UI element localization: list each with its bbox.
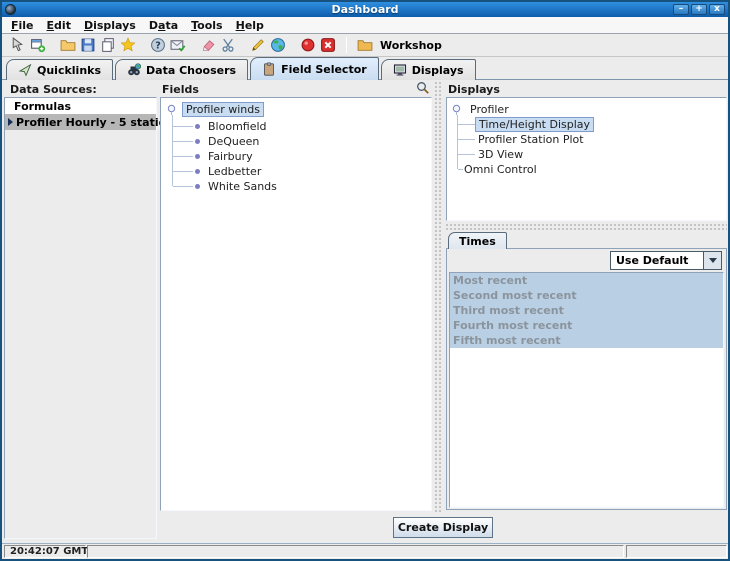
combobox-value: Use Default bbox=[611, 252, 703, 269]
times-item-third[interactable]: Third most recent bbox=[450, 303, 723, 318]
help-icon[interactable]: ? bbox=[150, 37, 166, 53]
tree-node-time-height-display[interactable]: Time/Height Display bbox=[475, 117, 594, 131]
tree-node-dequeen[interactable]: DeQueen bbox=[195, 134, 262, 148]
leaf-bullet-icon bbox=[195, 124, 200, 129]
displays-panel-title: Displays bbox=[448, 83, 500, 96]
clock-display: 20:42:07 GMT bbox=[4, 545, 86, 558]
leaf-bullet-icon bbox=[195, 169, 200, 174]
status-message-field bbox=[87, 545, 624, 558]
create-display-button[interactable]: Create Display bbox=[393, 517, 493, 538]
list-item-profiler-hourly[interactable]: Profiler Hourly - 5 stations bbox=[5, 114, 156, 130]
open-folder-icon[interactable] bbox=[60, 37, 76, 53]
field-selector-icon bbox=[262, 62, 276, 76]
menu-edit[interactable]: Edit bbox=[47, 19, 71, 32]
tree-node-3d-view[interactable]: 3D View bbox=[475, 147, 526, 161]
record-icon[interactable] bbox=[300, 37, 316, 53]
expander-icon[interactable] bbox=[451, 104, 462, 115]
times-item-fourth[interactable]: Fourth most recent bbox=[450, 318, 723, 333]
tree-node-profiler-winds[interactable]: Profiler winds bbox=[166, 102, 264, 116]
displays-tree: Profiler Time/Height Display Profiler St… bbox=[446, 97, 727, 221]
list-item-formulas[interactable]: Formulas bbox=[5, 98, 156, 114]
tab-quicklinks[interactable]: Quicklinks bbox=[6, 59, 113, 80]
menu-data[interactable]: Data bbox=[149, 19, 178, 32]
vertical-splitter[interactable] bbox=[435, 82, 443, 512]
toolbar: ? Workshop bbox=[2, 34, 728, 57]
selection-arrow-icon bbox=[8, 118, 13, 126]
tree-node-bloomfield[interactable]: Bloomfield bbox=[195, 119, 270, 133]
menu-bar: File Edit Displays Data Tools Help bbox=[2, 17, 728, 34]
copy-icon[interactable] bbox=[100, 37, 116, 53]
svg-text:?: ? bbox=[155, 41, 161, 52]
tab-times[interactable]: Times bbox=[448, 232, 507, 249]
data-sources-list: Formulas Profiler Hourly - 5 stations bbox=[4, 97, 157, 539]
tab-field-selector[interactable]: Field Selector bbox=[250, 57, 379, 80]
exit-icon[interactable] bbox=[320, 37, 336, 53]
fields-tree: Profiler winds Bloomfield DeQueen Fairbu… bbox=[160, 97, 432, 511]
menu-tools[interactable]: Tools bbox=[191, 19, 222, 32]
tab-data-choosers[interactable]: Data Choosers bbox=[115, 59, 248, 80]
favorite-icon[interactable] bbox=[120, 37, 136, 53]
menu-help[interactable]: Help bbox=[236, 19, 264, 32]
quicklinks-icon bbox=[18, 63, 32, 77]
erase-icon[interactable] bbox=[200, 37, 216, 53]
times-list: Most recent Second most recent Third mos… bbox=[449, 272, 724, 508]
times-pane: Use Default Most recent Second most rece… bbox=[446, 248, 727, 510]
chevron-down-icon bbox=[709, 258, 717, 263]
displays-icon bbox=[393, 63, 407, 77]
toolbar-separator bbox=[346, 37, 347, 53]
fields-panel-title: Fields bbox=[162, 83, 199, 96]
workshop-label: Workshop bbox=[380, 39, 442, 52]
field-selector-panel: Data Sources: Formulas Profiler Hourly -… bbox=[2, 80, 728, 543]
dashboard-window: Dashboard – + x File Edit Displays Data … bbox=[0, 0, 730, 561]
combobox-arrow-button[interactable] bbox=[703, 252, 721, 269]
pointer-icon[interactable] bbox=[10, 37, 26, 53]
maximize-button[interactable]: + bbox=[691, 4, 707, 15]
leaf-bullet-icon bbox=[195, 154, 200, 159]
memory-field bbox=[626, 545, 727, 558]
window-title: Dashboard bbox=[2, 3, 728, 16]
save-icon[interactable] bbox=[80, 37, 96, 53]
tab-displays[interactable]: Displays bbox=[381, 59, 476, 80]
tree-node-white-sands[interactable]: White Sands bbox=[195, 179, 280, 193]
status-bar: 20:42:07 GMT bbox=[2, 543, 728, 559]
new-window-icon[interactable] bbox=[30, 37, 46, 53]
tree-node-profiler[interactable]: Profiler bbox=[451, 102, 512, 116]
menu-file[interactable]: File bbox=[11, 19, 34, 32]
times-mode-combobox[interactable]: Use Default bbox=[610, 251, 722, 270]
times-item-most-recent[interactable]: Most recent bbox=[450, 273, 723, 288]
tree-node-fairbury[interactable]: Fairbury bbox=[195, 149, 256, 163]
times-item-fifth[interactable]: Fifth most recent bbox=[450, 333, 723, 348]
workshop-folder-icon[interactable] bbox=[357, 37, 373, 53]
expander-icon[interactable] bbox=[166, 104, 177, 115]
data-choosers-icon bbox=[127, 63, 141, 77]
tree-node-profiler-station-plot[interactable]: Profiler Station Plot bbox=[475, 132, 587, 146]
minimize-button[interactable]: – bbox=[673, 4, 689, 15]
leaf-bullet-icon bbox=[195, 184, 200, 189]
times-item-second[interactable]: Second most recent bbox=[450, 288, 723, 303]
edit-icon[interactable] bbox=[250, 37, 266, 53]
title-bar[interactable]: Dashboard – + x bbox=[2, 2, 728, 17]
globe-icon[interactable] bbox=[270, 37, 286, 53]
tree-node-ledbetter[interactable]: Ledbetter bbox=[195, 164, 264, 178]
search-icon[interactable] bbox=[416, 81, 431, 96]
horizontal-splitter[interactable] bbox=[446, 224, 727, 231]
menu-displays[interactable]: Displays bbox=[84, 19, 136, 32]
data-sources-header: Data Sources: bbox=[10, 83, 97, 96]
leaf-bullet-icon bbox=[195, 139, 200, 144]
close-button[interactable]: x bbox=[709, 4, 725, 15]
main-tabbar: Quicklinks Data Choosers Field Selector … bbox=[2, 57, 728, 80]
support-request-icon[interactable] bbox=[170, 37, 186, 53]
cut-icon[interactable] bbox=[220, 37, 236, 53]
tree-node-omni-control[interactable]: Omni Control bbox=[461, 162, 540, 176]
